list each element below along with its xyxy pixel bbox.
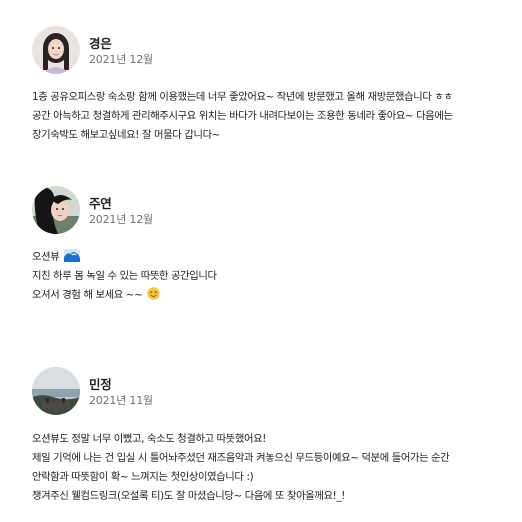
- reviewer-name: 주연: [89, 196, 112, 211]
- review-line: 1층 공유오피스랑 숙소랑 함께 이용했는데 너무 좋았어요~ 작년에 방문했고…: [32, 91, 453, 103]
- review-line: 오션뷰도 정말 너무 이뻤고, 숙소도 청결하고 따뜻했어요!: [32, 433, 267, 445]
- smiling-face-icon: [147, 287, 160, 307]
- review-date: 2021년 12월: [89, 213, 153, 226]
- review-date: 2021년 12월: [89, 53, 153, 66]
- profile-photo-icon: [32, 186, 80, 234]
- review-item: 경은 2021년 12월 1층 공유오피스랑 숙소랑 함께 이용했는데 너무 좋…: [0, 0, 522, 160]
- profile-photo-icon: [32, 367, 80, 415]
- profile-photo-icon: [32, 26, 80, 74]
- review-text: 오션뷰도 정말 너무 이뻤고, 숙소도 청결하고 따뜻했어요! 제일 기억에 나…: [32, 430, 502, 506]
- review-line: 안락함과 따뜻함이 확~ 느껴지는 첫인상이였습니다 :): [32, 471, 254, 483]
- review-line: 지친 하루 몸 녹일 수 있는 따뜻한 공간입니다: [32, 270, 217, 282]
- review-text: 1층 공유오피스랑 숙소랑 함께 이용했는데 너무 좋았어요~ 작년에 방문했고…: [32, 88, 502, 145]
- review-line: 제일 기억에 나는 건 입실 시 틀어놔주셨던 재즈음악과 켜놓으신 무드등이예…: [32, 452, 450, 464]
- wave-emoji-icon: [64, 249, 81, 269]
- avatar[interactable]: [32, 26, 80, 74]
- review-item: 민정 2021년 11월 오션뷰도 정말 너무 이뻤고, 숙소도 청결하고 따뜻…: [0, 350, 522, 522]
- review-line: 공간 아늑하고 청결하게 관리해주시구요 위치는 바다가 내려다보이는 조용한 …: [32, 110, 453, 122]
- review-item: 주연 2021년 12월 오션뷰 지친 하루 몸 녹일 수 있는 따뜻한 공간입…: [0, 180, 522, 330]
- avatar[interactable]: [32, 367, 80, 415]
- reviewer-name: 경은: [89, 36, 112, 51]
- reviewer-name: 민정: [89, 377, 112, 392]
- review-line: 오셔서 경험 해 보세요 ~~: [32, 289, 143, 301]
- review-line: 오션뷰: [32, 251, 60, 263]
- avatar[interactable]: [32, 186, 80, 234]
- review-text: 오션뷰 지친 하루 몸 녹일 수 있는 따뜻한 공간입니다 오셔서 경험 해 보…: [32, 248, 502, 305]
- review-date: 2021년 11월: [89, 394, 153, 407]
- review-line: 챙겨주신 웰컴드링크(오설록 티)도 잘 마셨습니당~ 다음에 또 찾아올께요!…: [32, 490, 345, 502]
- review-line: 장기숙박도 해보고싶네요! 잘 머물다 갑니다~: [32, 129, 220, 141]
